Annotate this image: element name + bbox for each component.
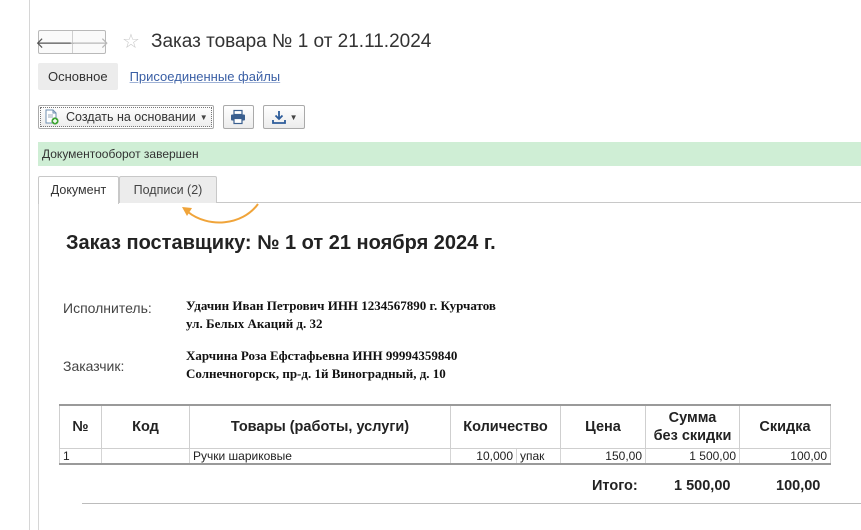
cell-sum: 1 500,00 xyxy=(645,447,740,465)
dropdown-icon: ▼ xyxy=(199,112,208,122)
document-window: 🡐 🡒 ☆ Заказ товара № 1 от 21.11.2024 Осн… xyxy=(29,0,861,530)
header-discount: Скидка xyxy=(739,404,831,449)
create-based-on-label: Создать на основании xyxy=(66,110,196,124)
cell-code xyxy=(101,447,190,465)
export-button[interactable]: ▼ xyxy=(262,105,305,129)
table-header-row: № Код Товары (работы, услуги) Количество… xyxy=(59,404,831,449)
header-sum-line-2: без скидки xyxy=(653,427,732,444)
header-number: № xyxy=(59,404,102,449)
customer-line-2: Солнечногорск, пр-д. 1й Виноградный, д. … xyxy=(186,366,446,381)
totals-sum: 1 500,00 xyxy=(674,478,731,494)
navigation-buttons: 🡐 🡒 xyxy=(35,30,109,54)
goods-table: № Код Товары (работы, услуги) Количество… xyxy=(59,404,831,465)
table-row[interactable]: 1 Ручки шариковые 10,000 упак 150,00 1 5… xyxy=(59,447,831,465)
header-sum-without-discount: Сумма без скидки xyxy=(645,404,740,449)
totals-divider xyxy=(82,503,861,504)
tab-document[interactable]: Документ xyxy=(38,176,119,204)
window-title: Заказ товара № 1 от 21.11.2024 xyxy=(151,31,432,52)
workflow-status-bar: Документооборот завершен xyxy=(38,142,861,166)
totals-label: Итого: xyxy=(592,478,638,494)
dropdown-icon: ▼ xyxy=(289,112,298,122)
create-based-on-button[interactable]: Создать на основании ▼ xyxy=(38,105,214,129)
document-heading: Заказ поставщику: № 1 от 21 ноября 2024 … xyxy=(66,232,496,254)
tab-signatures[interactable]: Подписи (2) xyxy=(119,176,217,203)
forward-arrow-icon: 🡒 xyxy=(68,34,110,52)
customer-label: Заказчик: xyxy=(63,358,125,374)
executor-line-1: Удачин Иван Петрович ИНН 1234567890 г. К… xyxy=(186,298,496,313)
toolbar: Создать на основании ▼ ▼ xyxy=(38,105,305,129)
cell-number: 1 xyxy=(59,447,102,465)
cell-quantity: 10,000 xyxy=(450,447,517,465)
print-button[interactable] xyxy=(222,105,254,129)
back-button[interactable]: 🡐 xyxy=(35,31,75,53)
section-tab-attached-files[interactable]: Присоединенные файлы xyxy=(120,63,291,90)
star-icon[interactable]: ☆ xyxy=(122,30,140,54)
cell-goods: Ручки шариковые xyxy=(189,447,451,465)
header-quantity: Количество xyxy=(450,404,561,449)
section-tab-main[interactable]: Основное xyxy=(38,63,118,90)
document-create-icon xyxy=(44,109,60,125)
executor-label: Исполнитель: xyxy=(63,300,152,316)
forward-button[interactable]: 🡒 xyxy=(69,31,109,53)
cell-price: 150,00 xyxy=(560,447,646,465)
cell-discount: 100,00 xyxy=(739,447,831,465)
executor-line-2: ул. Белых Акаций д. 32 xyxy=(186,316,323,331)
document-tabs: Документ Подписи (2) xyxy=(38,176,861,204)
header-price: Цена xyxy=(560,404,646,449)
header-code: Код xyxy=(101,404,190,449)
section-tabs: Основное Присоединенные файлы xyxy=(38,63,290,90)
customer-line-1: Харчина Роза Ефстафьевна ИНН 99994359840 xyxy=(186,348,458,363)
download-icon xyxy=(270,109,288,125)
cell-unit: упак xyxy=(516,447,561,465)
customer-details: Харчина Роза Ефстафьевна ИНН 99994359840… xyxy=(186,347,457,383)
executor-details: Удачин Иван Петрович ИНН 1234567890 г. К… xyxy=(186,297,496,333)
document-preview: Заказ поставщику: № 1 от 21 ноября 2024 … xyxy=(38,203,861,530)
printer-icon xyxy=(229,109,247,125)
header-goods: Товары (работы, услуги) xyxy=(189,404,451,449)
header-sum-line-1: Сумма xyxy=(668,409,717,426)
totals-discount: 100,00 xyxy=(776,478,821,494)
